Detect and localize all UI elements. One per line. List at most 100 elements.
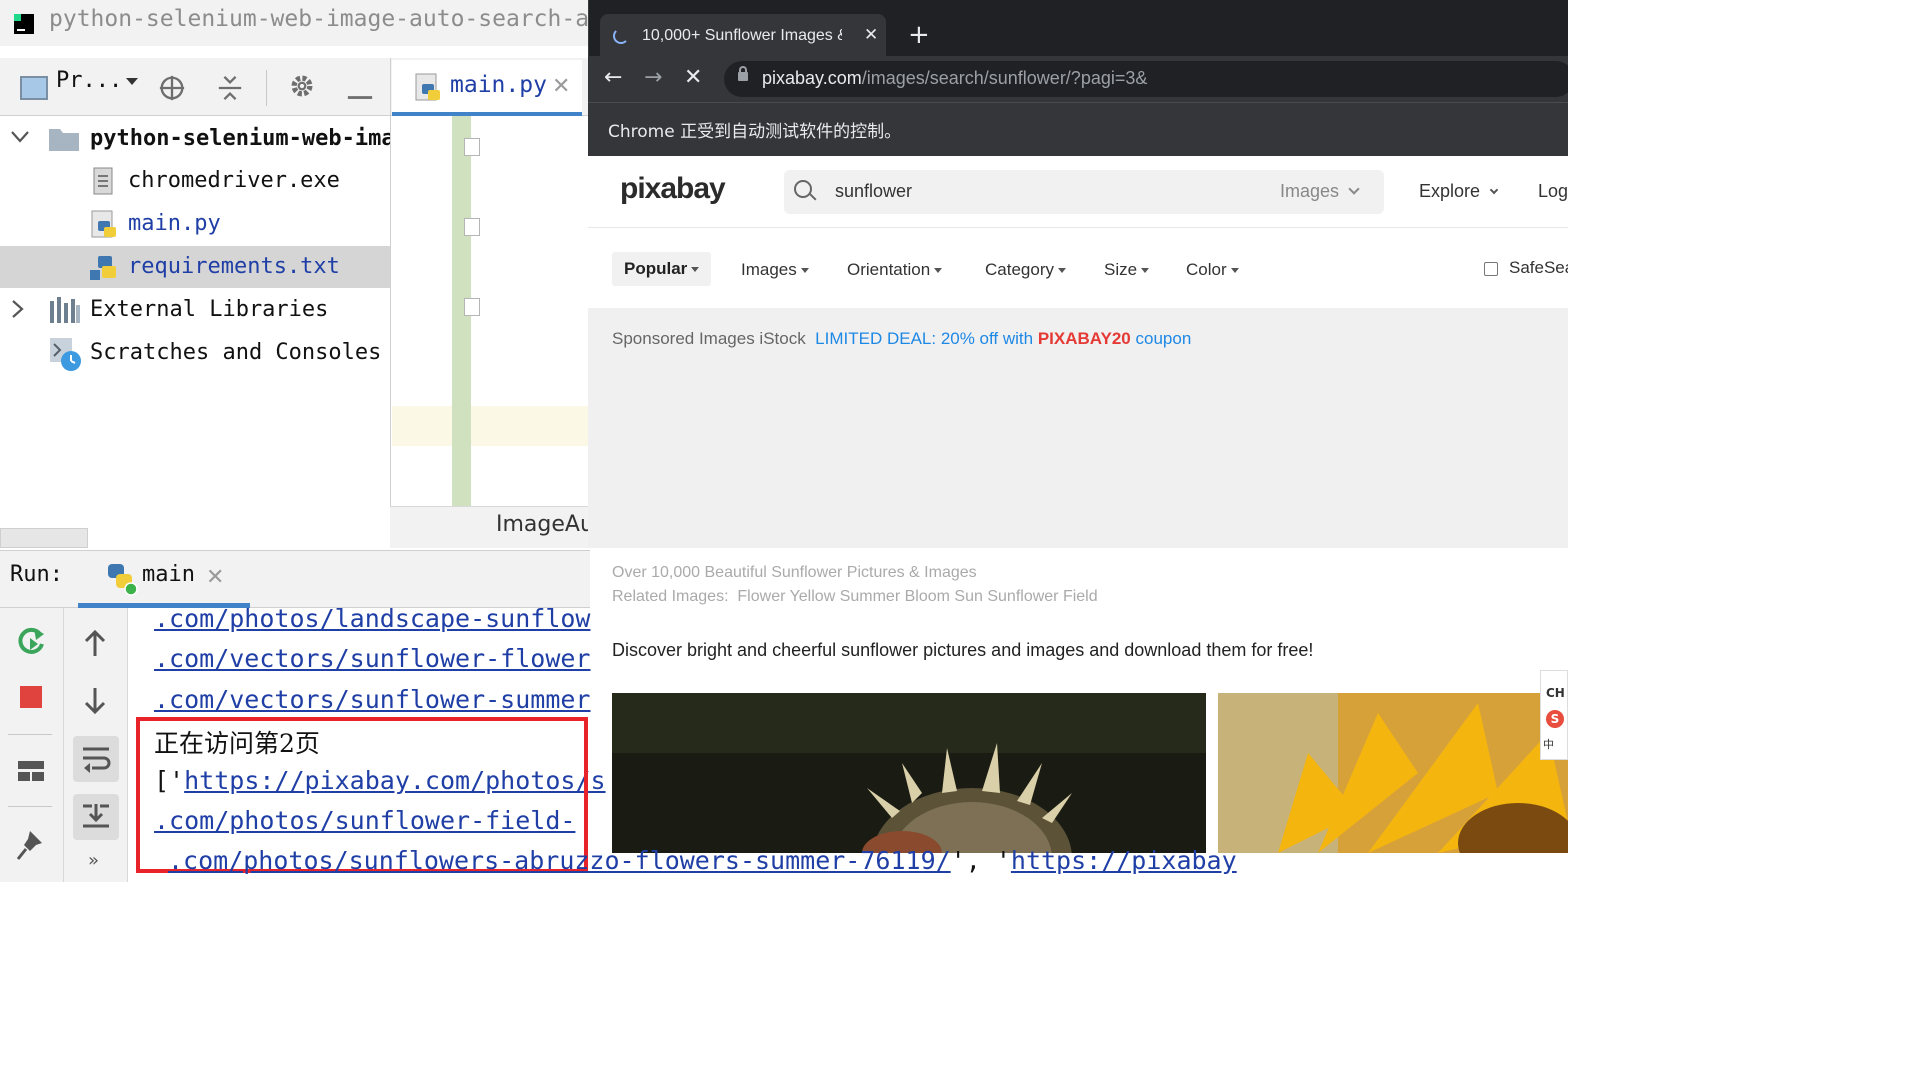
result-image[interactable]: [1218, 693, 1568, 853]
tree-item-label: chromedriver.exe: [128, 168, 340, 193]
collapse-all-icon[interactable]: [216, 74, 244, 102]
console-link[interactable]: .com/photos/landscape-sunflow: [154, 604, 591, 633]
tree-item-external-libraries[interactable]: External Libraries: [0, 289, 390, 331]
fold-marker-icon[interactable]: [464, 138, 480, 156]
editor-gutter: [452, 406, 471, 506]
toolbar-separator: [8, 734, 52, 735]
arrow-up-icon[interactable]: [74, 622, 116, 664]
editor-tab-label: main.py: [450, 72, 547, 98]
console-link[interactable]: .com/vectors/sunflower-flower: [154, 644, 591, 673]
project-view-dropdown[interactable]: Pr...: [56, 68, 139, 93]
chevron-down-icon: [1489, 185, 1499, 195]
console-link[interactable]: .com/vectors/sunflower-summer: [154, 685, 591, 714]
loading-spinner-icon: [613, 28, 629, 44]
result-image[interactable]: [612, 693, 1206, 853]
run-panel-header: [0, 550, 590, 608]
fold-marker-icon[interactable]: [464, 298, 480, 316]
results-subtitle: Over 10,000 Beautiful Sunflower Pictures…: [612, 564, 977, 581]
fold-marker-icon[interactable]: [464, 218, 480, 236]
close-icon[interactable]: ✕: [864, 25, 878, 45]
scroll-to-end-icon[interactable]: [73, 794, 119, 840]
back-arrow-icon[interactable]: ←: [604, 65, 622, 90]
tree-item-label: main.py: [128, 211, 221, 236]
new-tab-button[interactable]: +: [908, 20, 930, 50]
breadcrumb-item[interactable]: ImageAu: [496, 512, 594, 537]
tree-item-main-py[interactable]: main.py: [0, 203, 390, 245]
soft-wrap-icon[interactable]: [73, 736, 119, 782]
chevron-down-icon: [1348, 183, 1360, 195]
hide-panel-icon[interactable]: [346, 84, 374, 112]
close-icon[interactable]: ✕: [206, 565, 224, 590]
run-tab-main[interactable]: main: [142, 562, 195, 587]
close-icon[interactable]: ✕: [552, 74, 570, 99]
filter-color[interactable]: Color: [1186, 258, 1239, 286]
tree-item-scratches[interactable]: Scratches and Consoles: [0, 332, 390, 374]
console-link[interactable]: .com/photos/sunflowers-abruzzo-flowers-s…: [168, 846, 951, 875]
filter-images[interactable]: Images: [741, 258, 809, 286]
chrome-tab-title: 10,000+ Sunflower Images & F: [642, 27, 842, 44]
pin-icon[interactable]: [10, 824, 52, 866]
python-file-icon: [91, 210, 116, 238]
tree-item-chromedriver[interactable]: chromedriver.exe: [0, 160, 390, 202]
lock-icon[interactable]: [738, 66, 748, 81]
related-link[interactable]: Sunflower Field: [987, 588, 1097, 605]
python-run-icon: [108, 564, 138, 596]
toolbar-separator: [8, 806, 52, 807]
ide-title-bar: python-selenium-web-image-auto-search-an…: [0, 0, 617, 46]
tree-item-project-root[interactable]: python-selenium-web-ima: [0, 118, 395, 160]
project-horizontal-scrollbar[interactable]: [0, 528, 88, 548]
tree-item-label: requirements.txt: [128, 254, 340, 279]
chevron-down-icon[interactable]: [10, 130, 30, 144]
filter-popular[interactable]: Popular: [612, 252, 712, 286]
sogou-ime-icon[interactable]: S: [1546, 710, 1564, 728]
forward-arrow-icon[interactable]: →: [644, 65, 662, 90]
pixabay-logo[interactable]: pixabay: [620, 172, 726, 206]
related-link[interactable]: Summer: [840, 588, 900, 605]
stop-loading-icon[interactable]: ✕: [684, 65, 702, 90]
filter-orientation[interactable]: Orientation: [847, 258, 943, 286]
search-type-dropdown[interactable]: Images: [1280, 181, 1360, 202]
more-icon[interactable]: »: [88, 850, 99, 871]
pycharm-logo-icon: [14, 14, 34, 34]
filter-size[interactable]: Size: [1104, 258, 1150, 286]
locate-file-icon[interactable]: [158, 74, 186, 102]
nav-login[interactable]: Log: [1538, 181, 1568, 202]
python-file-icon: [415, 73, 440, 101]
filter-category[interactable]: Category: [985, 258, 1066, 286]
chrome-window: 10,000+ Sunflower Images & F ✕ + ← → ✕ p…: [588, 0, 1568, 882]
stop-icon[interactable]: [10, 676, 52, 718]
layout-icon[interactable]: [10, 750, 52, 792]
related-link[interactable]: Bloom: [905, 588, 950, 605]
project-view-label: Pr...: [56, 68, 123, 93]
related-link[interactable]: Sun: [954, 588, 982, 605]
url-text[interactable]: pixabay.com/images/search/sunflower/?pag…: [762, 68, 1147, 89]
related-link[interactable]: Flower: [737, 588, 785, 605]
safesearch-label[interactable]: SafeSea: [1509, 258, 1568, 278]
sponsor-deal-link[interactable]: LIMITED DEAL: 20% off with PIXABAY20 cou…: [815, 329, 1191, 348]
run-panel-label: Run:: [10, 562, 63, 587]
related-link[interactable]: Yellow: [790, 588, 836, 605]
search-icon[interactable]: [794, 180, 812, 198]
console-line: .com/vectors/sunflower-flower: [154, 644, 591, 673]
search-value[interactable]: sunflower: [835, 181, 912, 202]
automation-notice: Chrome 正受到自动测试软件的控制。: [608, 122, 902, 142]
chevron-right-icon[interactable]: [10, 299, 26, 319]
project-view-icon[interactable]: [20, 76, 48, 100]
tree-item-label: Scratches and Consoles: [90, 340, 382, 365]
filter-bar: [588, 229, 1568, 307]
scratches-icon: [50, 338, 81, 371]
nav-explore[interactable]: Explore: [1419, 181, 1499, 202]
tree-item-requirements[interactable]: requirements.txt: [0, 246, 390, 288]
current-line-highlight: [392, 406, 590, 446]
safesearch-checkbox[interactable]: [1484, 262, 1498, 276]
rerun-icon[interactable]: [10, 620, 52, 662]
ime-mode[interactable]: 中: [1543, 736, 1554, 752]
file-icon: [93, 167, 113, 195]
python-requirements-icon: [90, 256, 116, 280]
gear-icon[interactable]: [288, 72, 316, 100]
folder-icon: [49, 129, 79, 151]
ime-language: CH: [1546, 686, 1565, 700]
code-editor[interactable]: [390, 116, 590, 548]
console-link[interactable]: https://pixabay: [1011, 846, 1237, 875]
arrow-down-icon[interactable]: [74, 680, 116, 722]
